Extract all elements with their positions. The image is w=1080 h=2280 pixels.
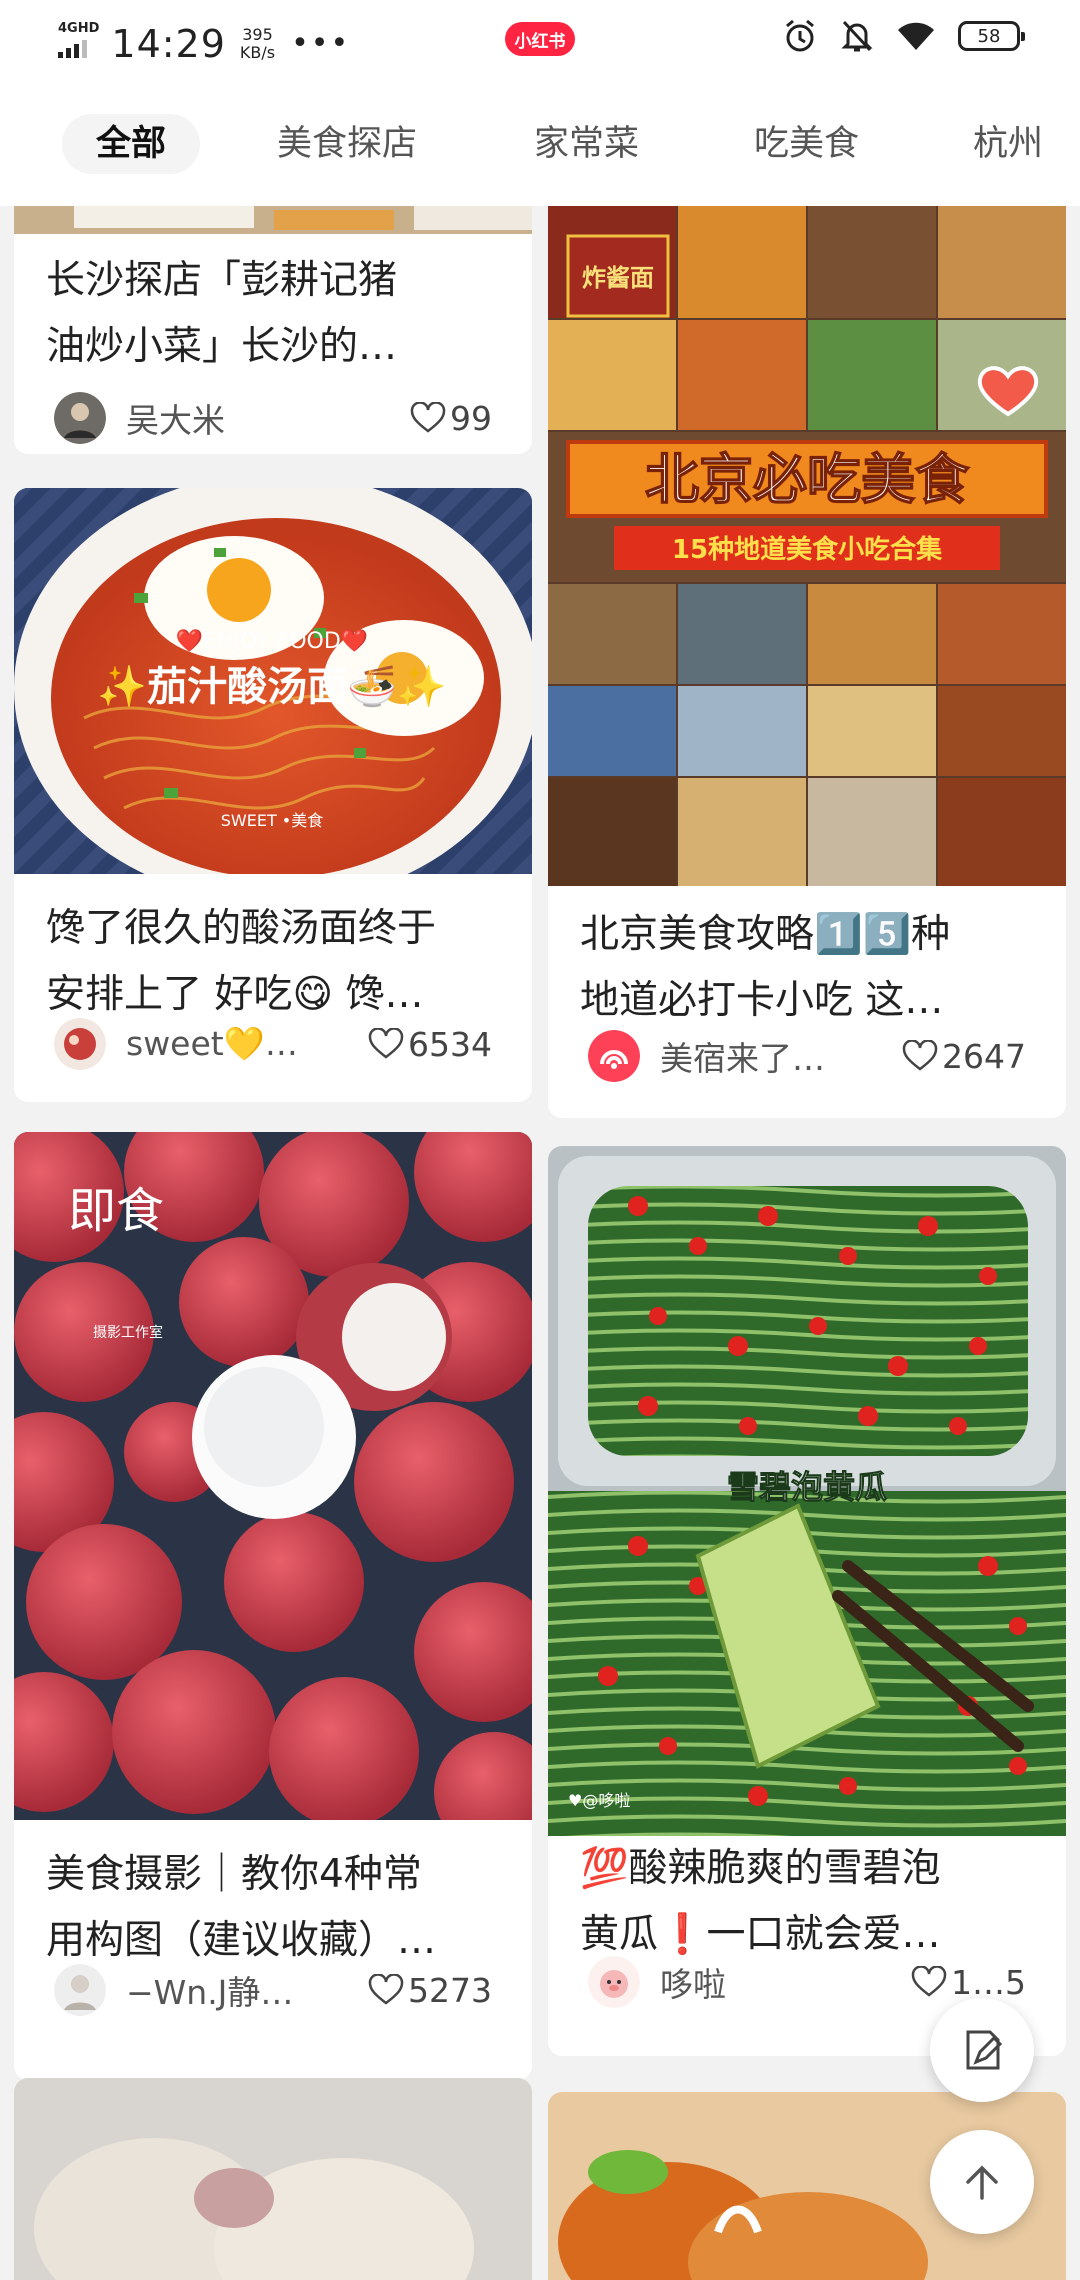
note-meta: 美宿来了… 2647 <box>588 1028 1026 1084</box>
note-title: 💯酸辣脆爽的雪碧泡 黄瓜❗一口就会爱… <box>580 1846 941 1957</box>
avatar[interactable] <box>54 392 106 444</box>
heart-icon <box>368 1974 404 2005</box>
signal-icon <box>58 38 99 58</box>
cover-text: ✨茄汁酸汤面🍜✨ <box>97 664 446 710</box>
more-notifications: ••• <box>291 25 351 61</box>
arrow-up-icon <box>966 2165 998 2200</box>
note-title: 长沙探店「彭耕记猪 油炒小菜」长沙的… <box>46 258 398 369</box>
svg-text:即食: 即食 <box>68 1183 164 1239</box>
status-bar: 4GHD 14:29 395 KB/s ••• 小红书 58 <box>0 0 1080 84</box>
cover-text: ♥@哆啦 <box>568 1791 630 1810</box>
note-meta: sweet💛… 6534 <box>54 1016 492 1072</box>
note-card[interactable]: 炸酱面 北京必吃美食 15种地道美食小吃合集 北京美食攻略1️⃣5️⃣种 地道必… <box>548 206 1066 1118</box>
signal-indicator: 4GHD <box>58 22 99 58</box>
cover-text: 即食 <box>68 1183 164 1239</box>
author-name[interactable]: 美宿来了… <box>660 1032 902 1080</box>
like-button[interactable]: 99 <box>410 399 492 438</box>
tab-hangzhou[interactable]: 杭州 <box>973 114 1043 174</box>
cover-text: 15种地道美食小吃合集 <box>672 534 943 565</box>
net-speed: 395 KB/s <box>240 26 275 62</box>
note-title: 馋了很久的酸汤面终于 安排上了 好吃😋 馋… <box>46 906 437 1017</box>
cover-text: 摄影工作室 <box>93 1324 163 1341</box>
wifi-icon <box>898 22 934 50</box>
note-cover-image: 即食 摄影工作室 <box>14 1132 532 1820</box>
clock: 14:29 <box>111 22 226 66</box>
tab-food-explore[interactable]: 美食探店 <box>277 114 417 174</box>
cover-text: ❤️ENJOY FOOD❤️ <box>176 628 369 654</box>
note-cover-image: 炸酱面 北京必吃美食 15种地道美食小吃合集 <box>548 206 1066 886</box>
like-count: 6534 <box>408 1024 492 1064</box>
like-button[interactable]: 1…5 <box>911 1963 1026 2002</box>
cover-text: 炸酱面 <box>582 263 654 292</box>
net-speed-value: 395 <box>242 25 273 44</box>
heart-icon <box>911 1966 947 1997</box>
like-button[interactable]: 6534 <box>368 1025 492 1064</box>
note-card[interactable] <box>14 2078 532 2280</box>
scroll-to-top-button[interactable] <box>930 2130 1034 2234</box>
note-cover-image <box>14 2078 532 2280</box>
tab-all[interactable]: 全部 <box>62 114 201 174</box>
note-meta: −Wn.J静… 5273 <box>54 1962 492 2018</box>
tab-home-cooking[interactable]: 家常菜 <box>534 114 639 174</box>
mute-bell-icon <box>841 20 873 52</box>
alarm-icon <box>786 19 814 52</box>
note-title: 北京美食攻略1️⃣5️⃣种 地道必打卡小吃 这… <box>580 912 951 1023</box>
like-button[interactable]: 2647 <box>902 1037 1026 1076</box>
author-name[interactable]: 哆啦 <box>660 1958 911 2006</box>
edit-note-icon <box>966 2030 1003 2070</box>
avatar[interactable] <box>54 1018 106 1070</box>
note-title: 美食摄影｜教你4种常 用构图（建议收藏）… <box>46 1852 437 1963</box>
like-button[interactable]: 5273 <box>368 1971 492 2010</box>
note-cover-image: ❤️ENJOY FOOD❤️ ✨茄汁酸汤面🍜✨ SWEET •美食 <box>14 488 532 874</box>
cover-text: 雪碧泡黄瓜 <box>727 1468 887 1506</box>
author-name[interactable]: 吴大米 <box>126 394 410 442</box>
cover-text: 北京必吃美食 <box>645 448 970 511</box>
cover-text: SWEET •美食 <box>221 811 324 830</box>
note-cover-image: 雪碧泡黄瓜 ♥@哆啦 <box>548 1146 1066 1836</box>
tab-eat-food[interactable]: 吃美食 <box>754 114 859 174</box>
note-meta: 吴大米 99 <box>54 390 492 446</box>
avatar[interactable] <box>54 1964 106 2016</box>
battery-indicator: 58 <box>958 21 1025 51</box>
note-cover-image <box>14 206 532 234</box>
network-type: 4GHD <box>58 21 100 36</box>
like-count: 99 <box>450 398 492 438</box>
app-badge: 小红书 <box>505 22 575 56</box>
heart-icon <box>902 1040 938 1071</box>
avatar[interactable] <box>588 1030 640 1082</box>
note-card[interactable]: ❤️ENJOY FOOD❤️ ✨茄汁酸汤面🍜✨ SWEET •美食 馋了很久的酸… <box>14 488 532 1102</box>
like-count: 2647 <box>942 1036 1026 1076</box>
net-speed-unit: KB/s <box>239 43 276 62</box>
author-name[interactable]: sweet💛… <box>126 1024 368 1064</box>
compose-button[interactable] <box>930 1998 1034 2102</box>
note-card[interactable]: 长沙探店「彭耕记猪 油炒小菜」长沙的… 吴大米 99 <box>14 206 532 454</box>
like-count: 1…5 <box>951 1962 1026 2002</box>
heart-icon <box>410 402 446 433</box>
like-count: 5273 <box>408 1970 492 2010</box>
note-card[interactable]: 雪碧泡黄瓜 ♥@哆啦 💯酸辣脆爽的雪碧泡 黄瓜❗一口就会爱… 哆啦 1…5 <box>548 1146 1066 2056</box>
note-card[interactable]: 即食 摄影工作室 美食摄影｜教你4种常 用构图（建议收藏）… −Wn.J静… 5… <box>14 1132 532 2080</box>
category-tabs: 全部 美食探店 家常菜 吃美食 杭州 <box>0 84 1080 206</box>
author-name[interactable]: −Wn.J静… <box>126 1966 368 2014</box>
avatar[interactable] <box>588 1956 640 2008</box>
heart-icon <box>368 1028 404 1059</box>
